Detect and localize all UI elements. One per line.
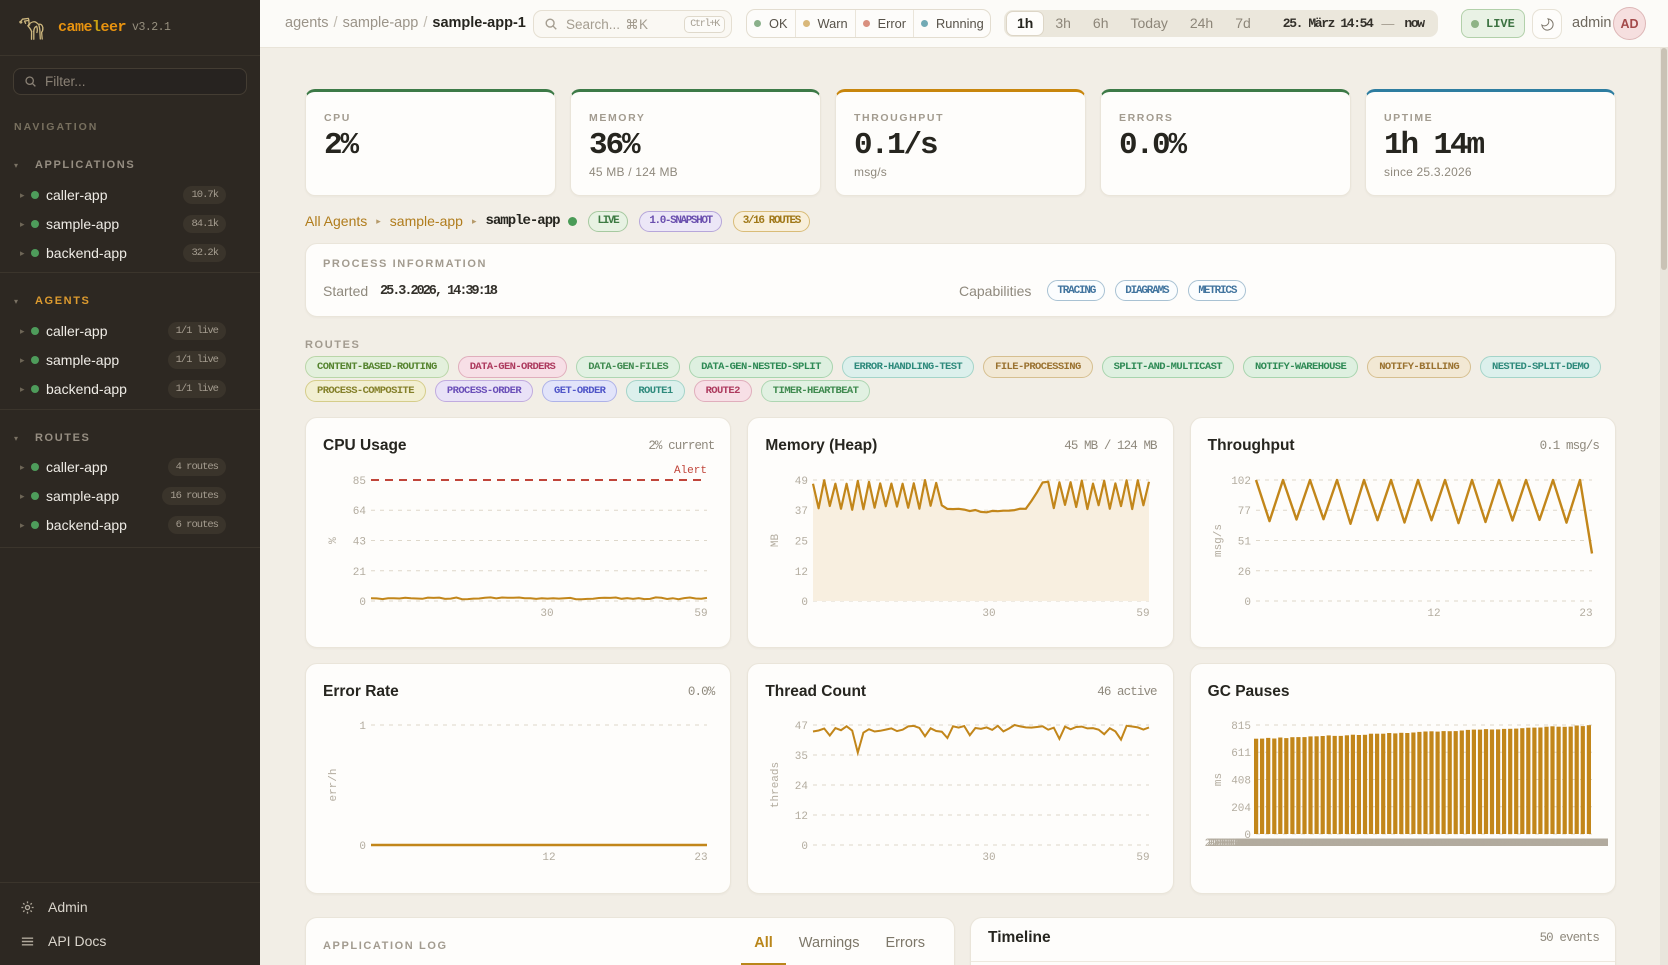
svg-text:12: 12 xyxy=(1427,608,1440,620)
svg-text:23: 23 xyxy=(1579,608,1592,620)
svg-text:0: 0 xyxy=(1244,597,1251,609)
svg-text:59: 59 xyxy=(1137,608,1150,620)
svg-text:12: 12 xyxy=(795,811,808,823)
svg-text:43: 43 xyxy=(353,537,366,549)
svg-text:611: 611 xyxy=(1231,748,1251,760)
svg-text:MB: MB xyxy=(770,534,782,548)
svg-text:30: 30 xyxy=(983,852,996,864)
svg-text:12: 12 xyxy=(542,852,555,864)
svg-text:21: 21 xyxy=(353,567,367,579)
svg-text:37: 37 xyxy=(795,506,808,518)
svg-text:threads: threads xyxy=(770,762,782,808)
svg-text:815: 815 xyxy=(1231,721,1251,733)
svg-text:23: 23 xyxy=(694,852,707,864)
svg-text:47: 47 xyxy=(795,721,808,733)
svg-text:59: 59 xyxy=(1137,852,1150,864)
svg-text:25: 25 xyxy=(795,537,808,549)
svg-text:0: 0 xyxy=(802,597,809,609)
svg-text:Alert: Alert xyxy=(674,465,707,477)
svg-text:1: 1 xyxy=(359,721,366,733)
svg-text:204: 204 xyxy=(1231,803,1251,815)
svg-text:12: 12 xyxy=(795,567,808,579)
svg-text:77: 77 xyxy=(1237,506,1250,518)
svg-text:30: 30 xyxy=(540,608,553,620)
svg-text:51: 51 xyxy=(1237,537,1251,549)
svg-text:0: 0 xyxy=(359,841,366,853)
svg-text:0: 0 xyxy=(802,841,809,853)
svg-text:102: 102 xyxy=(1231,476,1251,488)
svg-text:0: 0 xyxy=(359,597,366,609)
svg-text:408: 408 xyxy=(1231,776,1251,788)
svg-text:30: 30 xyxy=(983,608,996,620)
svg-text:59: 59 xyxy=(694,608,707,620)
svg-text:ms: ms xyxy=(1213,773,1225,786)
svg-text:msg/s: msg/s xyxy=(1213,524,1225,557)
svg-text:%: % xyxy=(328,537,340,544)
svg-text:35: 35 xyxy=(795,751,808,763)
svg-text:64: 64 xyxy=(353,506,367,518)
svg-text:24: 24 xyxy=(795,781,809,793)
svg-text:85: 85 xyxy=(353,476,366,488)
svg-text:err/h: err/h xyxy=(328,768,340,801)
svg-text:49: 49 xyxy=(795,476,808,488)
svg-text:26: 26 xyxy=(1237,567,1250,579)
